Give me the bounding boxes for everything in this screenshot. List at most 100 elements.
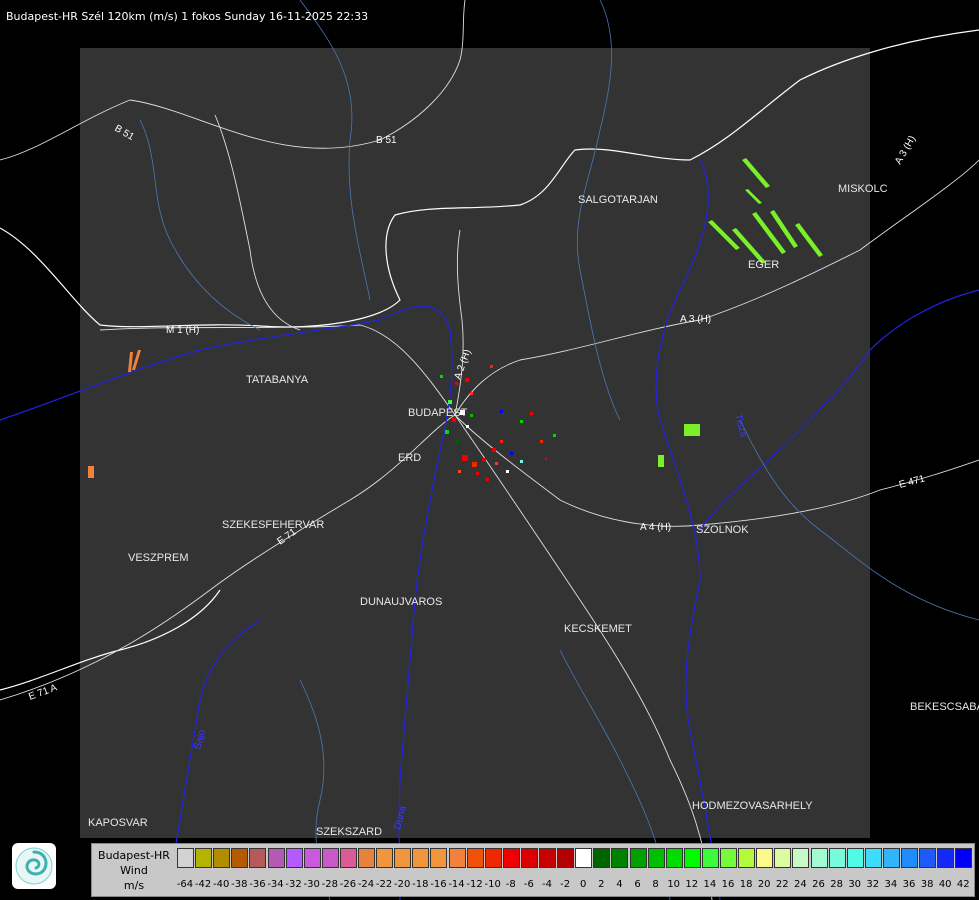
- legend-swatch: [611, 848, 629, 868]
- legend-swatch: [267, 848, 285, 868]
- legend-swatch: [412, 848, 430, 868]
- city-label: SALGOTARJAN: [578, 194, 658, 206]
- legend-swatch: [448, 848, 466, 868]
- legend-tick-label: 34: [884, 879, 898, 890]
- legend-swatch: [376, 848, 394, 868]
- city-label: SZEKSZARD: [316, 826, 382, 838]
- city-label: DUNAUJVAROS: [360, 596, 442, 608]
- legend-tick-label: 40: [938, 879, 952, 890]
- legend-swatch: [756, 848, 774, 868]
- legend-tick-label: -30: [303, 879, 320, 890]
- legend-swatch: [792, 848, 810, 868]
- legend-swatch: [629, 848, 647, 868]
- legend-swatch: [303, 848, 321, 868]
- legend-swatch: [937, 848, 955, 868]
- legend-swatch: [683, 848, 701, 868]
- legend-tick-label: -40: [213, 879, 230, 890]
- legend-swatch: [520, 848, 538, 868]
- road-label: A 3 (H): [893, 134, 918, 166]
- city-label: SZOLNOK: [696, 524, 749, 536]
- legend-swatch: [738, 848, 756, 868]
- logo: [12, 843, 56, 889]
- legend-swatch: [593, 848, 611, 868]
- legend-tick-label: 28: [830, 879, 843, 890]
- city-label: SZEKESFEHERVAR: [222, 519, 324, 531]
- legend-swatch: [539, 848, 556, 868]
- legend-tick-label: -24: [357, 879, 375, 890]
- legend-swatch: [864, 848, 882, 868]
- road-label: E 471: [898, 473, 927, 491]
- legend-tick-label: 22: [775, 879, 789, 890]
- legend-tick-label: -22: [375, 879, 393, 890]
- legend-tick-label: -20: [394, 879, 411, 890]
- legend-quantity: Wind: [120, 864, 148, 877]
- legend-swatch: [882, 848, 900, 868]
- legend-swatch: [955, 848, 973, 868]
- legend-swatch: [195, 848, 213, 868]
- city-label: BEKESCSABA: [910, 701, 979, 713]
- legend-tick-label: -10: [484, 879, 501, 890]
- road-label: B 51: [376, 135, 397, 146]
- legend-swatch: [828, 848, 846, 868]
- legend-tick-label: -32: [285, 879, 302, 890]
- city-label: MISKOLC: [838, 183, 888, 195]
- legend-swatch: [846, 848, 864, 868]
- legend-tick-label: 0: [580, 879, 587, 890]
- legend-swatch: [720, 848, 737, 868]
- legend-tick-label: 42: [956, 879, 970, 890]
- legend-tick-label: -6: [523, 879, 534, 890]
- city-label: HODMEZOVASARHELY: [692, 800, 813, 812]
- legend-tick-label: 26: [812, 879, 825, 890]
- city-label: KAPOSVAR: [88, 817, 148, 829]
- legend-tick-label: -4: [542, 879, 552, 890]
- city-label: TATABANYA: [246, 374, 309, 386]
- legend-tick-label: 24: [794, 879, 807, 890]
- legend-tick-label: -34: [267, 879, 284, 890]
- legend-swatch: [339, 848, 357, 868]
- legend-tick-label: 16: [721, 879, 735, 890]
- legend-tick-label: -38: [231, 879, 248, 890]
- city-label: BUDAPEST: [408, 407, 468, 419]
- legend-swatch: [231, 848, 249, 868]
- legend-swatch: [774, 848, 792, 868]
- legend-tick-label: -64: [176, 879, 194, 890]
- legend-swatch: [394, 848, 412, 868]
- legend-swatch: [466, 848, 484, 868]
- city-label: KECSKEMET: [564, 623, 632, 635]
- legend-tick-label: -26: [339, 879, 357, 890]
- legend-swatch: [430, 848, 448, 868]
- legend-swatch: [249, 848, 267, 868]
- legend-swatch: [484, 848, 502, 868]
- legend-tick-label: 32: [866, 879, 880, 890]
- map-title: Budapest-HR Szél 120km (m/s) 1 fokos Sun…: [6, 10, 369, 23]
- legend-tick-label: -36: [249, 879, 266, 890]
- legend-tick-label: 4: [616, 879, 623, 890]
- legend-tick-label: 6: [634, 879, 641, 890]
- legend-tick-label: -12: [466, 879, 483, 890]
- swirl-logo-icon: [15, 847, 53, 885]
- legend-tick-label: 30: [848, 879, 862, 890]
- legend-swatch: [285, 848, 303, 868]
- legend-unit: m/s: [123, 879, 145, 892]
- legend-tick-label: -28: [321, 879, 338, 890]
- wind-legend: Budapest-HR Wind m/s -64 -42 -40 -38 -36 -34-…: [91, 843, 975, 897]
- legend-tick-label: 38: [920, 879, 934, 890]
- legend-tick-label: 18: [739, 879, 753, 890]
- city-label: EGER: [748, 259, 779, 271]
- city-label: VESZPREM: [128, 552, 189, 564]
- legend-swatch: [358, 848, 375, 868]
- legend-swatch: [901, 848, 918, 868]
- radar-map: SALGOTARJAN MISKOLC EGER TATABANYA BUDAP…: [0, 0, 979, 900]
- legend-swatch: [557, 848, 575, 868]
- legend-tick-label: 8: [652, 879, 659, 890]
- legend-tick-label: -18: [412, 879, 429, 890]
- legend-swatch: [810, 848, 828, 868]
- road-label: M 1 (H): [166, 325, 199, 336]
- legend-tick-label: -8: [505, 879, 516, 890]
- legend-tick-label: 14: [703, 879, 717, 890]
- legend-swatch: [701, 848, 719, 868]
- legend-tick-label: 2: [598, 879, 605, 890]
- legend-swatch: [575, 848, 593, 868]
- legend-title: Budapest-HR: [98, 849, 170, 862]
- legend-tick-label: -2: [560, 879, 571, 890]
